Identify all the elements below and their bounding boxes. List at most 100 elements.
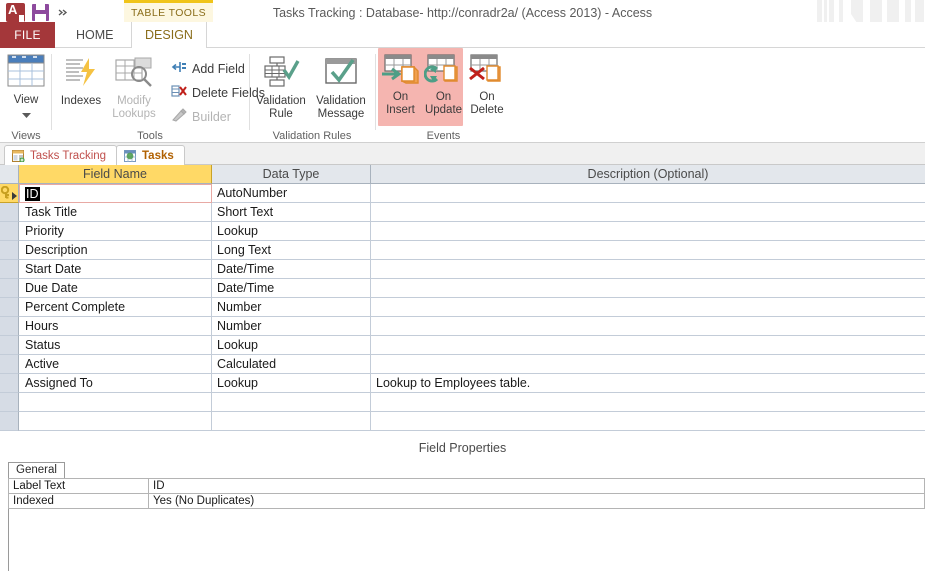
validation-message-button[interactable]: Validation Message bbox=[310, 56, 372, 121]
table-row[interactable]: Start Date Date/Time bbox=[0, 260, 925, 279]
row-selector[interactable] bbox=[0, 336, 19, 355]
builder-button[interactable]: Builder bbox=[171, 108, 231, 125]
row-selector[interactable] bbox=[0, 317, 19, 336]
cell-description[interactable] bbox=[371, 317, 925, 336]
cell-field-name[interactable]: Status bbox=[19, 336, 212, 355]
doctab-tasks[interactable]: Tasks bbox=[116, 145, 185, 165]
table-row[interactable]: Active Calculated bbox=[0, 355, 925, 374]
cell-data-type[interactable]: Number bbox=[212, 317, 371, 336]
navigation-form-icon bbox=[12, 149, 25, 163]
save-icon[interactable] bbox=[32, 4, 49, 21]
table-row[interactable]: Priority Lookup bbox=[0, 222, 925, 241]
cell-field-name[interactable]: Priority bbox=[19, 222, 212, 241]
cell-data-type[interactable]: Short Text bbox=[212, 203, 371, 222]
quick-access-toolbar bbox=[6, 2, 72, 24]
cell-description[interactable] bbox=[371, 203, 925, 222]
add-field-button[interactable]: Add Field bbox=[171, 60, 245, 77]
cell-field-name[interactable]: Assigned To bbox=[19, 374, 212, 393]
cell-data-type[interactable]: Long Text bbox=[212, 241, 371, 260]
key-icon bbox=[0, 185, 12, 202]
cell-description[interactable] bbox=[371, 184, 925, 203]
cell-field-name[interactable] bbox=[19, 393, 212, 412]
field-properties-tabs: General bbox=[8, 462, 65, 478]
field-property-key: Label Text bbox=[8, 478, 149, 494]
cell-data-type[interactable] bbox=[212, 412, 371, 431]
table-row[interactable]: Status Lookup bbox=[0, 336, 925, 355]
tab-file[interactable]: FILE bbox=[0, 22, 55, 48]
grid-corner-selector[interactable] bbox=[0, 165, 19, 184]
table-row[interactable]: Task Title Short Text bbox=[0, 203, 925, 222]
cell-field-name[interactable]: Active bbox=[19, 355, 212, 374]
cell-description[interactable] bbox=[371, 241, 925, 260]
row-selector[interactable] bbox=[0, 355, 19, 374]
cell-description[interactable] bbox=[371, 260, 925, 279]
on-delete-button[interactable]: On Delete bbox=[466, 54, 508, 117]
row-selector[interactable] bbox=[0, 260, 19, 279]
cell-description[interactable]: Lookup to Employees table. bbox=[371, 374, 925, 393]
cell-description[interactable] bbox=[371, 298, 925, 317]
tab-design[interactable]: DESIGN bbox=[131, 22, 207, 49]
cell-description[interactable] bbox=[371, 393, 925, 412]
datasheet-view-icon bbox=[0, 54, 53, 91]
table-row[interactable]: Hours Number bbox=[0, 317, 925, 336]
cell-description[interactable] bbox=[371, 279, 925, 298]
cell-data-type[interactable]: Lookup bbox=[212, 336, 371, 355]
cell-data-type[interactable]: Number bbox=[212, 298, 371, 317]
cell-description[interactable] bbox=[371, 222, 925, 241]
cell-description[interactable] bbox=[371, 412, 925, 431]
field-property-value[interactable]: Yes (No Duplicates) bbox=[148, 493, 925, 509]
cell-data-type[interactable]: Lookup bbox=[212, 222, 371, 241]
on-insert-button[interactable]: On Insert bbox=[380, 54, 421, 117]
table-row[interactable] bbox=[0, 412, 925, 431]
cell-data-type[interactable]: Date/Time bbox=[212, 279, 371, 298]
row-selector[interactable] bbox=[0, 241, 19, 260]
row-selector[interactable] bbox=[0, 298, 19, 317]
cell-description[interactable] bbox=[371, 355, 925, 374]
table-row[interactable]: Percent Complete Number bbox=[0, 298, 925, 317]
doctab-tasks-tracking[interactable]: Tasks Tracking bbox=[4, 145, 118, 165]
customize-qat-icon[interactable] bbox=[56, 8, 72, 18]
validation-rule-button[interactable]: Validation Rule bbox=[252, 56, 310, 121]
view-button[interactable]: View bbox=[0, 54, 53, 122]
cell-data-type[interactable]: Calculated bbox=[212, 355, 371, 374]
table-row[interactable]: Assigned To Lookup Lookup to Employees tab… bbox=[0, 374, 925, 393]
cell-field-name[interactable]: Due Date bbox=[19, 279, 212, 298]
table-row[interactable]: Due Date Date/Time bbox=[0, 279, 925, 298]
indexes-button[interactable]: Indexes bbox=[56, 56, 106, 108]
cell-data-type[interactable]: Date/Time bbox=[212, 260, 371, 279]
cell-data-type[interactable] bbox=[212, 393, 371, 412]
table-row[interactable] bbox=[0, 393, 925, 412]
column-header-description[interactable]: Description (Optional) bbox=[371, 165, 925, 184]
on-insert-label-2: Insert bbox=[386, 104, 415, 116]
on-update-button[interactable]: On Update bbox=[421, 54, 466, 117]
cell-field-name[interactable] bbox=[19, 412, 212, 431]
cell-field-name[interactable]: Description bbox=[19, 241, 212, 260]
tab-home[interactable]: HOME bbox=[62, 22, 128, 48]
cell-field-name[interactable]: Start Date bbox=[19, 260, 212, 279]
field-properties-band: Field Properties bbox=[0, 436, 925, 460]
cell-field-name[interactable]: ID bbox=[19, 184, 212, 203]
row-selector[interactable] bbox=[0, 374, 19, 393]
row-selector-primary-key[interactable] bbox=[0, 184, 19, 203]
cell-description[interactable] bbox=[371, 336, 925, 355]
field-property-row: Indexed Yes (No Duplicates) bbox=[8, 493, 925, 509]
column-header-field-name[interactable]: Field Name bbox=[19, 165, 212, 184]
modify-lookups-button[interactable]: Modify Lookups bbox=[105, 56, 163, 121]
ribbon-group-views-label: Views bbox=[11, 130, 41, 142]
tab-general[interactable]: General bbox=[8, 462, 65, 478]
cell-field-name[interactable]: Hours bbox=[19, 317, 212, 336]
row-selector[interactable] bbox=[0, 279, 19, 298]
row-selector[interactable] bbox=[0, 222, 19, 241]
cell-data-type[interactable]: AutoNumber bbox=[212, 184, 371, 203]
cell-data-type[interactable]: Lookup bbox=[212, 374, 371, 393]
cell-field-name[interactable]: Percent Complete bbox=[19, 298, 212, 317]
row-selector[interactable] bbox=[0, 393, 19, 412]
row-selector[interactable] bbox=[0, 412, 19, 431]
table-row[interactable]: ID AutoNumber bbox=[0, 184, 925, 203]
column-header-data-type[interactable]: Data Type bbox=[212, 165, 371, 184]
cell-field-name[interactable]: Task Title bbox=[19, 203, 212, 222]
row-selector[interactable] bbox=[0, 203, 19, 222]
chevron-down-icon[interactable] bbox=[0, 109, 53, 122]
table-row[interactable]: Description Long Text bbox=[0, 241, 925, 260]
field-property-value[interactable]: ID bbox=[148, 478, 925, 494]
